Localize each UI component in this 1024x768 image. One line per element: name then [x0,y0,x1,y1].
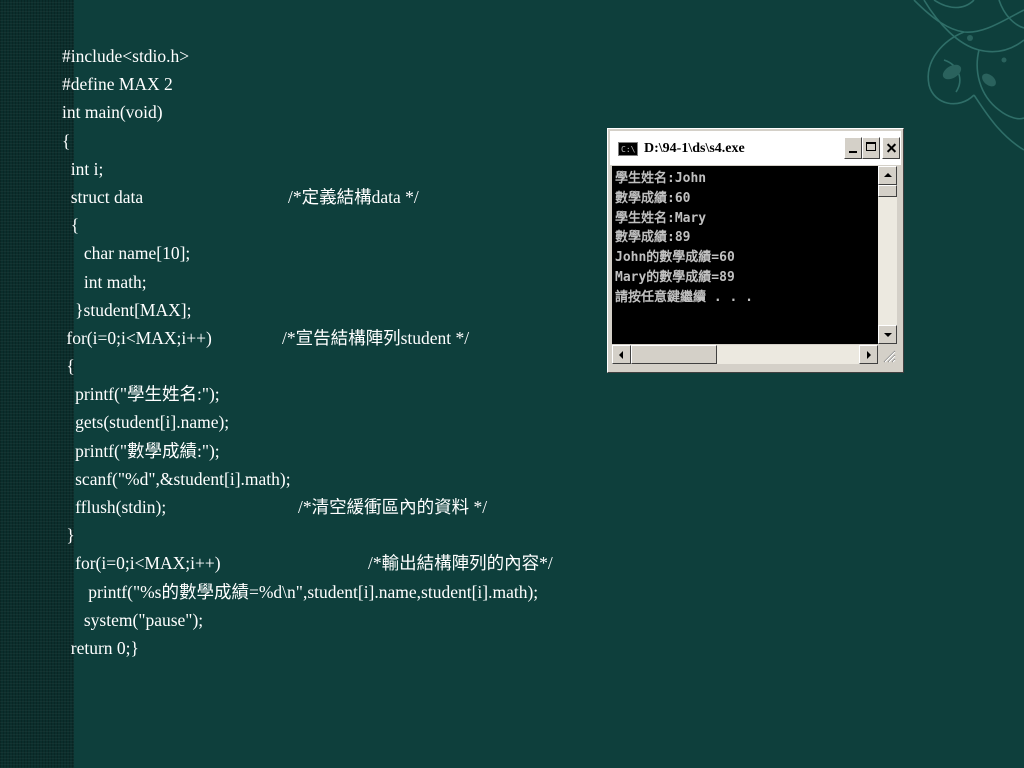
horizontal-scrollbar[interactable] [612,345,878,364]
code-comment: /*宣告結構陣列student */ [282,327,470,348]
code-text: char name[10]; [62,243,191,264]
minimize-button[interactable] [844,137,862,159]
vertical-scroll-thumb[interactable] [878,185,897,197]
console-window[interactable]: C:\ D:\94-1\ds\s4.exe 學生姓名:John 數學成績:60 學生… [607,128,904,373]
code-text: struct data [62,186,144,207]
code-text: printf("數學成績:"); [62,440,220,461]
vertical-scrollbar[interactable] [878,166,897,344]
code-text: for(i=0;i<MAX;i++) [62,553,221,574]
code-text: int i; [62,158,104,179]
scroll-up-button[interactable] [878,166,897,185]
code-text: printf("%s的數學成績=%d\n",student[i].name,st… [62,581,539,602]
code-text: for(i=0;i<MAX;i++) [62,327,212,348]
console-window-title: D:\94-1\ds\s4.exe [644,141,745,156]
arrow-left-icon [619,351,623,359]
code-comment: /*定義結構data */ [288,186,419,207]
code-text: return 0;} [62,637,139,658]
scroll-right-button[interactable] [859,345,878,364]
code-text: system("pause"); [62,609,204,630]
console-output-line: 學生姓名:Mary [615,210,707,226]
code-text: { [62,130,71,151]
arrow-right-icon [867,351,871,359]
butterfly-ornament-icon [913,0,1024,151]
resize-grip-icon[interactable] [880,347,896,363]
console-output-line: Mary的數學成績=89 [615,269,735,285]
code-text: fflush(stdin); [62,497,167,517]
console-output-line: 學生姓名:John [615,171,707,186]
code-comment: /*清空緩衝區內的資料 */ [298,497,488,517]
code-text: { [62,215,80,236]
console-output-area[interactable]: 學生姓名:John 數學成績:60 學生姓名:Mary 數學成績:89 John的數學成… [612,166,878,344]
code-text: #include<stdio.h> [62,46,190,66]
console-app-icon[interactable]: C:\ [618,142,638,156]
console-output-line: 請按任意鍵繼續 . . . [615,289,753,305]
code-text: } [62,525,75,546]
code-text: int math; [62,271,147,292]
close-button[interactable] [882,137,900,159]
code-text: gets(student[i].name); [62,412,230,433]
code-text: }student[MAX]; [62,299,192,320]
console-output-line: John的數學成績=60 [615,250,735,266]
scroll-left-button[interactable] [612,345,631,364]
code-text: printf("學生姓名:"); [62,384,220,405]
code-text: { [62,356,75,377]
maximize-button[interactable] [862,137,880,159]
scroll-down-button[interactable] [878,325,897,344]
code-text: scanf("%d",&student[i].math); [62,468,291,489]
console-output-line: 數學成績:60 [615,190,691,206]
console-title-bar[interactable]: C:\ D:\94-1\ds\s4.exe [610,131,901,165]
horizontal-scroll-thumb[interactable] [631,345,717,364]
code-comment: /*輸出結構陣列的內容*/ [368,553,553,574]
code-text: #define MAX 2 [62,74,173,95]
code-text: int main(void) [62,102,163,123]
arrow-down-icon [884,333,892,337]
console-output-line: 數學成績:89 [615,230,691,246]
arrow-up-icon [884,173,892,177]
